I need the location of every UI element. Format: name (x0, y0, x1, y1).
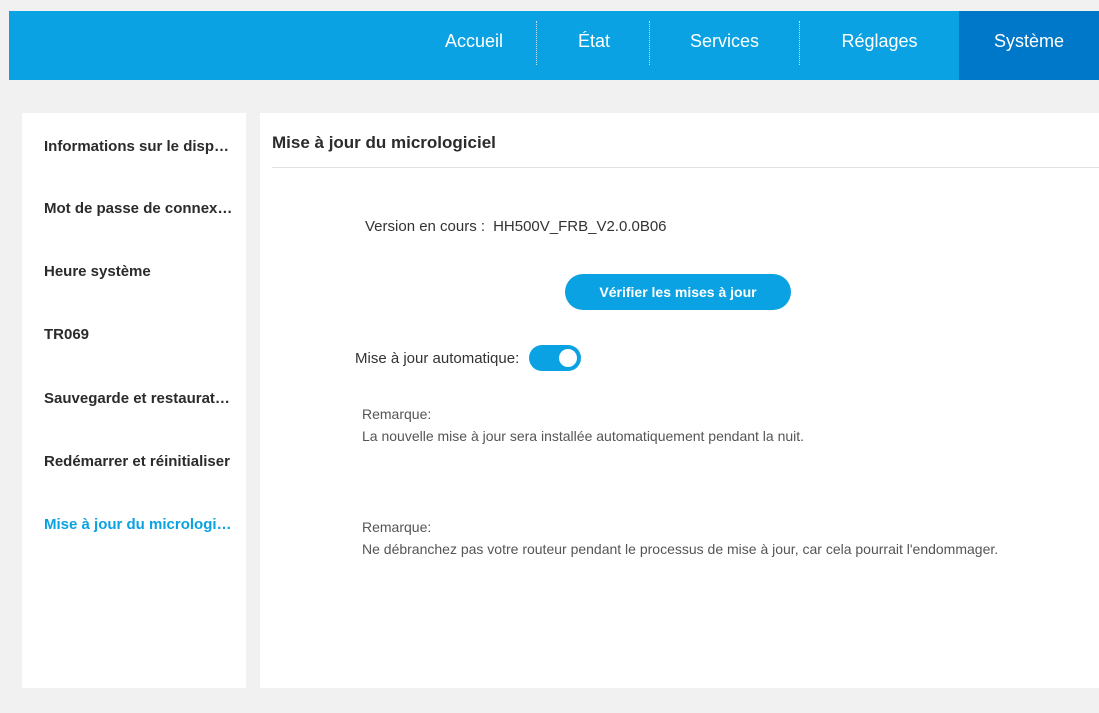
sidebar-item-login-password[interactable]: Mot de passe de connexion (44, 200, 234, 217)
nav-separator (536, 21, 537, 65)
nav-separator (649, 21, 650, 65)
current-version-row: Version en cours : HH500V_FRB_V2.0.0B06 (365, 218, 667, 235)
nav-reglages[interactable]: Réglages (802, 11, 957, 80)
title-divider (272, 167, 1099, 168)
sidebar-item-device-info[interactable]: Informations sur le dispositif (44, 138, 234, 155)
nav-systeme[interactable]: Système (959, 11, 1099, 80)
main-panel: Mise à jour du micrologiciel Version en … (260, 113, 1099, 688)
current-version-label: Version en cours : (365, 218, 486, 235)
check-updates-button[interactable]: Vérifier les mises à jour (565, 274, 791, 310)
auto-update-toggle[interactable] (529, 345, 582, 371)
note-do-not-unplug: Remarque: Ne débranchez pas votre routeu… (362, 516, 1002, 560)
sidebar-item-reboot-reset[interactable]: Redémarrer et réinitialiser (44, 453, 234, 470)
note-auto-install: Remarque: La nouvelle mise à jour sera i… (362, 403, 1002, 447)
page-title: Mise à jour du micrologiciel (272, 133, 496, 152)
note-text: Ne débranchez pas votre routeur pendant … (362, 541, 999, 557)
sidebar: Informations sur le dispositif Mot de pa… (22, 113, 246, 688)
note-title: Remarque: (362, 406, 432, 422)
nav-etat[interactable]: État (539, 11, 649, 80)
sidebar-item-backup-restore[interactable]: Sauvegarde et restauration (44, 390, 234, 407)
toggle-knob (559, 349, 578, 367)
auto-update-row: Mise à jour automatique: (355, 345, 582, 371)
nav-services[interactable]: Services (652, 11, 797, 80)
note-title: Remarque: (362, 519, 432, 535)
note-text: La nouvelle mise à jour sera installée a… (362, 428, 805, 444)
current-version-value: HH500V_FRB_V2.0.0B06 (493, 218, 667, 235)
auto-update-label: Mise à jour automatique: (355, 349, 520, 367)
sidebar-item-tr069[interactable]: TR069 (44, 326, 234, 343)
nav-separator (799, 21, 800, 65)
top-navigation-bar: Accueil État Services Réglages Système (9, 11, 1099, 80)
sidebar-item-system-time[interactable]: Heure système (44, 263, 234, 280)
nav-accueil[interactable]: Accueil (414, 11, 534, 80)
sidebar-item-firmware-update[interactable]: Mise à jour du micrologiciel (44, 516, 234, 533)
